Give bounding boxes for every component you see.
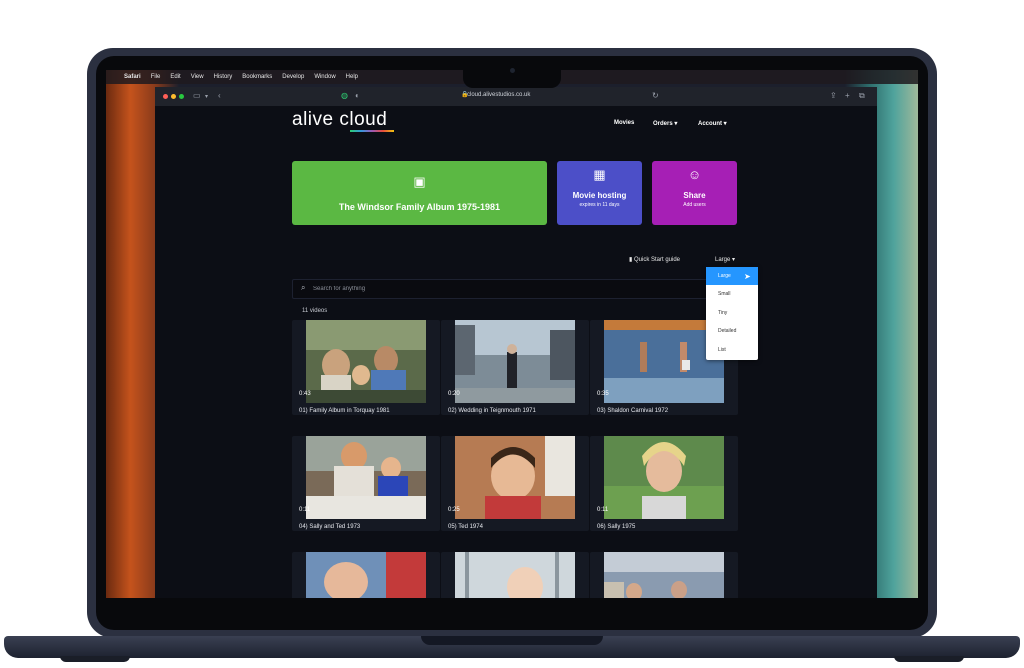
menu-window[interactable]: Window xyxy=(314,74,335,80)
share-title: Share xyxy=(683,191,706,200)
smiley-icon: ☺ xyxy=(687,167,702,182)
movie-hosting-tile[interactable]: ▦ Movie hosting expires in 11 days xyxy=(557,161,642,225)
menu-edit[interactable]: Edit xyxy=(170,74,180,80)
quick-start-label: Quick Start guide xyxy=(633,257,681,263)
film-icon: ▣ xyxy=(413,174,426,189)
video-title[interactable]: 05) Ted 1974 xyxy=(448,524,483,530)
size-dropdown-toggle[interactable]: Large ▾ xyxy=(715,256,735,263)
size-option-detailed[interactable]: Detailed xyxy=(706,322,758,340)
laptop-foot xyxy=(894,656,964,662)
video-card[interactable]: 0:20 02) Wedding in Teignmouth 1971 xyxy=(441,320,589,415)
privacy-icon[interactable]: ◐ xyxy=(355,91,360,100)
screen: Safari File Edit View History Bookmarks … xyxy=(106,70,918,598)
video-thumbnail[interactable] xyxy=(604,552,724,598)
chevron-down-icon[interactable]: ▾ xyxy=(205,93,208,100)
video-duration: 0:35 xyxy=(597,391,609,397)
album-tile[interactable]: ▣ The Windsor Family Album 1975-1981 xyxy=(292,161,547,225)
share-subtitle: Add users xyxy=(683,202,706,208)
video-title[interactable]: 06) Sally 1975 xyxy=(597,524,635,530)
back-icon[interactable]: ‹ xyxy=(218,91,221,100)
sidebar-toggle-icon[interactable]: ▭ xyxy=(193,91,201,100)
video-title[interactable]: 04) Sally and Ted 1973 xyxy=(299,524,360,530)
calendar-icon: ▦ xyxy=(593,167,606,182)
video-card[interactable] xyxy=(441,552,589,598)
share-tile[interactable]: ☺ Share Add users xyxy=(652,161,737,225)
logo-underline xyxy=(350,130,394,132)
minimize-window-button[interactable] xyxy=(171,94,176,99)
laptop-opening-lip xyxy=(421,636,603,645)
hosting-subtitle: expires in 11 days xyxy=(579,202,620,208)
share-icon[interactable]: ⇪ xyxy=(830,91,837,100)
video-card[interactable]: 0:11 04) Sally and Ted 1973 xyxy=(292,436,440,531)
quick-start-link[interactable]: ▮ Quick Start guide xyxy=(629,256,680,263)
menu-develop[interactable]: Develop xyxy=(282,74,304,80)
zoom-window-button[interactable] xyxy=(179,94,184,99)
close-window-button[interactable] xyxy=(163,94,168,99)
video-title[interactable]: 03) Shaldon Carnival 1972 xyxy=(597,408,668,414)
size-option-list[interactable]: List xyxy=(706,341,758,359)
video-thumbnail[interactable] xyxy=(455,320,575,403)
camera-icon xyxy=(510,68,515,73)
video-duration: 0:11 xyxy=(597,507,609,513)
video-duration: 0:11 xyxy=(299,507,311,513)
album-title: The Windsor Family Album 1975-1981 xyxy=(338,202,501,212)
site-logo[interactable]: alive cloud xyxy=(292,109,387,131)
menu-file[interactable]: File xyxy=(151,74,161,80)
video-duration: 0:20 xyxy=(448,391,460,397)
video-card[interactable] xyxy=(292,552,440,598)
search-icon: ⌕ xyxy=(301,283,306,292)
video-title[interactable]: 02) Wedding in Teignmouth 1971 xyxy=(448,408,536,414)
video-card[interactable] xyxy=(590,552,738,598)
video-thumbnail[interactable] xyxy=(455,552,575,598)
reload-icon[interactable]: ↻ xyxy=(652,91,659,100)
menu-bookmarks[interactable]: Bookmarks xyxy=(242,74,272,80)
video-thumbnail[interactable] xyxy=(306,436,426,519)
video-thumbnail[interactable] xyxy=(306,320,426,403)
mouse-cursor-icon: ➤ xyxy=(744,272,751,281)
video-card[interactable]: 0:43 01) Family Album in Torquay 1981 xyxy=(292,320,440,415)
nav-orders[interactable]: Orders ▾ xyxy=(653,120,677,127)
menu-view[interactable]: View xyxy=(191,74,204,80)
search-box: ⌕ xyxy=(292,279,714,299)
hosting-title: Movie hosting xyxy=(572,191,627,200)
size-option-tiny[interactable]: Tiny xyxy=(706,304,758,322)
video-title[interactable]: 01) Family Album in Torquay 1981 xyxy=(299,408,390,414)
video-thumbnail[interactable] xyxy=(306,552,426,598)
safari-window: ▭ ▾ ‹ ◍ ◐ 🔒 cloud.alivestudios.co.uk ↻ ⇪… xyxy=(155,87,877,598)
new-tab-icon[interactable]: + xyxy=(845,91,850,100)
laptop-foot xyxy=(60,656,130,662)
extension-icon[interactable]: ◍ xyxy=(341,91,348,100)
menu-history[interactable]: History xyxy=(214,74,233,80)
video-thumbnail[interactable] xyxy=(604,436,724,519)
search-input[interactable] xyxy=(313,283,693,294)
video-duration: 0:43 xyxy=(299,391,311,397)
browser-toolbar: ▭ ▾ ‹ ◍ ◐ 🔒 cloud.alivestudios.co.uk ↻ ⇪… xyxy=(155,87,877,106)
menu-help[interactable]: Help xyxy=(346,74,358,80)
video-thumbnail[interactable] xyxy=(455,436,575,519)
web-page: alive cloud Movies Orders ▾ Account ▾ ▣ … xyxy=(155,106,877,598)
video-card[interactable]: 0:25 05) Ted 1974 xyxy=(441,436,589,531)
video-count: 11 videos xyxy=(302,308,328,314)
tab-overview-icon[interactable]: ⧉ xyxy=(859,91,865,101)
menu-safari[interactable]: Safari xyxy=(124,74,141,80)
address-bar[interactable]: cloud.alivestudios.co.uk xyxy=(467,92,530,98)
size-option-small[interactable]: Small xyxy=(706,285,758,303)
nav-movies[interactable]: Movies xyxy=(614,120,634,126)
video-duration: 0:25 xyxy=(448,507,460,513)
nav-account[interactable]: Account ▾ xyxy=(698,120,727,127)
video-card[interactable]: 0:11 06) Sally 1975 xyxy=(590,436,738,531)
book-icon: ▮ xyxy=(629,257,633,263)
